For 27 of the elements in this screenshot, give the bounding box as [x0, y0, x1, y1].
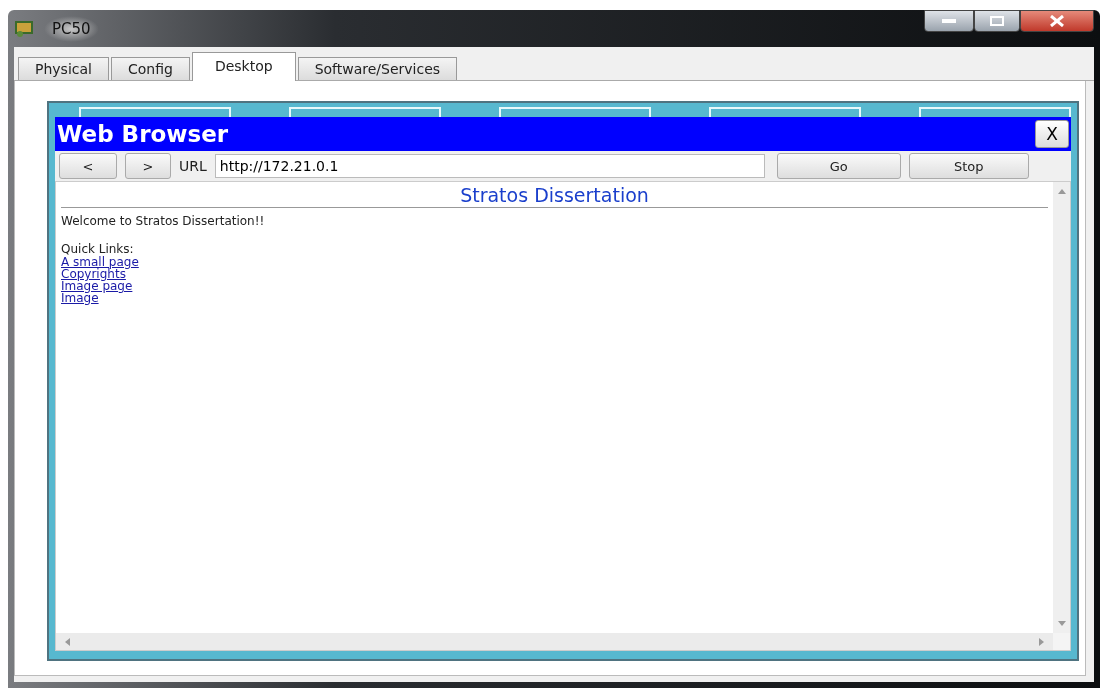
computer-icon: [14, 19, 36, 38]
minimize-button[interactable]: [924, 10, 974, 32]
page-link[interactable]: Image page: [61, 280, 133, 292]
tab[interactable]: Software/Services: [297, 57, 458, 80]
close-button[interactable]: X: [1035, 120, 1069, 148]
page-link[interactable]: A small page: [61, 256, 139, 268]
page-link[interactable]: Copyrights: [61, 268, 126, 280]
tab[interactable]: Desktop: [191, 52, 296, 81]
close-icon: [1050, 15, 1064, 27]
tab[interactable]: Physical: [18, 57, 109, 80]
forward-button[interactable]: >: [125, 153, 171, 179]
stop-button[interactable]: Stop: [908, 153, 1029, 179]
back-button[interactable]: <: [59, 153, 117, 179]
maximize-icon: [990, 16, 1004, 26]
maximize-button[interactable]: [974, 10, 1020, 32]
close-button[interactable]: [1020, 10, 1094, 32]
url-label: URL: [179, 158, 207, 174]
page-link[interactable]: Image: [61, 292, 99, 304]
tab[interactable]: Config: [110, 57, 190, 80]
minimize-icon: [942, 19, 956, 23]
page-heading: Stratos Dissertation: [61, 184, 1048, 208]
quick-links-label: Quick Links:: [61, 242, 134, 256]
window-title: PC50: [44, 15, 99, 42]
url-field[interactable]: http://172.21.0.1: [214, 154, 765, 178]
browser-title: Web Browser: [57, 121, 229, 147]
welcome-text: Welcome to Stratos Dissertation!!: [61, 214, 265, 228]
go-button[interactable]: Go: [776, 153, 901, 179]
